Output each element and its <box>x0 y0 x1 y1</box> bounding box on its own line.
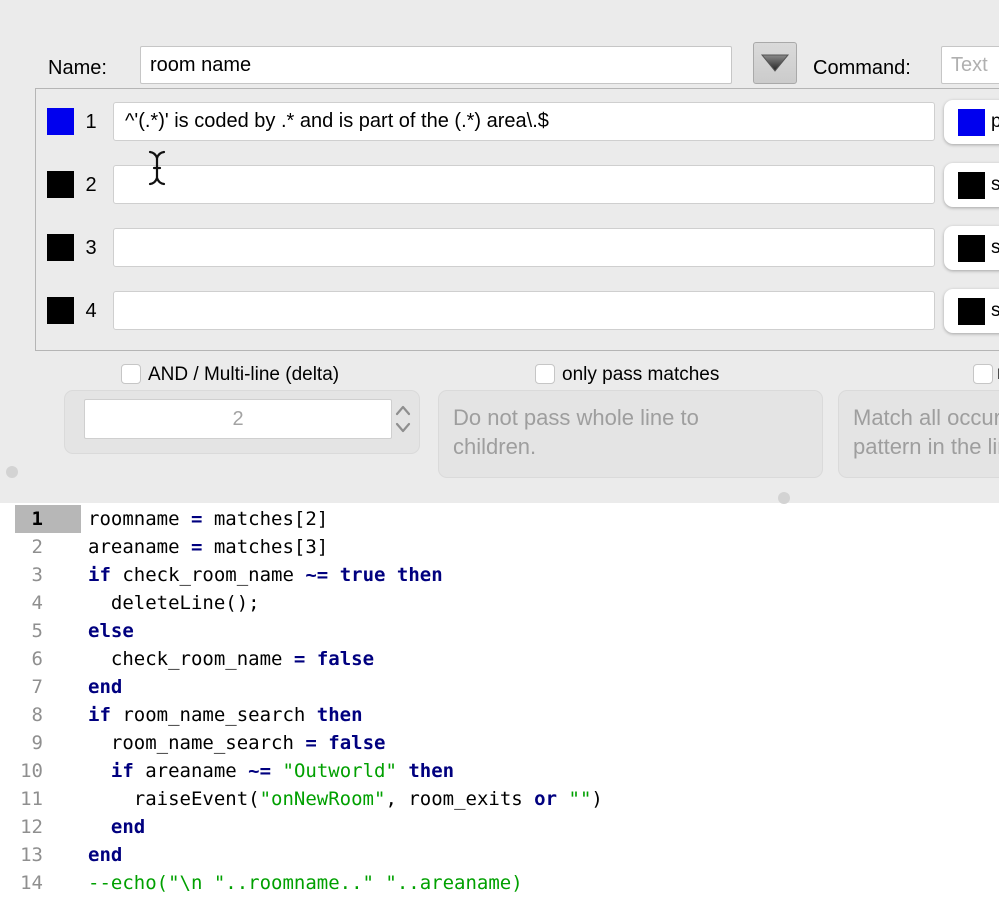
hint-line: children. <box>453 432 808 461</box>
splitter-handle-dot[interactable] <box>6 466 18 478</box>
code-text: if areaname ~= "Outworld" then <box>88 757 454 785</box>
pattern-type-label: substring <box>991 300 999 322</box>
code-text: raiseEvent("onNewRoom", room_exits or ""… <box>88 785 603 813</box>
line-number: 4 <box>0 589 43 617</box>
name-label: Name: <box>48 57 107 80</box>
line-delta-spinner[interactable] <box>84 399 392 439</box>
pattern-number: 1 <box>76 99 106 145</box>
multiline-checkbox[interactable] <box>121 364 141 384</box>
code-line[interactable]: 3 if check_room_name ~= true then <box>0 561 999 589</box>
line-number: 1 <box>15 505 81 533</box>
trigger-editor: Name: Command: 1 perl regex 2 substring <box>0 0 999 900</box>
code-line[interactable]: 4 deleteLine(); <box>0 589 999 617</box>
code-text: room_name_search = false <box>88 729 385 757</box>
pattern-color-swatch[interactable] <box>47 171 74 198</box>
pattern-type-color-swatch <box>958 172 985 199</box>
line-number: 5 <box>0 617 43 645</box>
fold-dropdown-button[interactable] <box>753 42 797 84</box>
code-line[interactable]: 8 if room_name_search then <box>0 701 999 729</box>
code-line[interactable]: 7 end <box>0 673 999 701</box>
pattern-input[interactable] <box>113 165 935 204</box>
code-line[interactable]: 9 room_name_search = false <box>0 729 999 757</box>
code-line[interactable]: 5 else <box>0 617 999 645</box>
pattern-input[interactable] <box>113 291 935 330</box>
line-number: 7 <box>0 673 43 701</box>
match-all-checkbox[interactable] <box>973 364 993 384</box>
code-text: end <box>88 841 122 869</box>
spinner-arrows-icon[interactable] <box>394 401 412 442</box>
code-text: if check_room_name ~= true then <box>88 561 443 589</box>
splitter-handle-dot[interactable] <box>778 492 790 504</box>
pattern-number: 2 <box>76 162 106 208</box>
code-line[interactable]: 13 end <box>0 841 999 869</box>
line-number: 8 <box>0 701 43 729</box>
code-line[interactable]: 11 raiseEvent("onNewRoom", room_exits or… <box>0 785 999 813</box>
pattern-color-swatch[interactable] <box>47 297 74 324</box>
pattern-type-label: substring <box>991 237 999 259</box>
line-number: 12 <box>0 813 43 841</box>
command-label: Command: <box>813 57 911 80</box>
code-text: else <box>88 617 134 645</box>
pattern-type-color-swatch <box>958 298 985 325</box>
pattern-row: 1 perl regex <box>0 99 999 145</box>
code-line[interactable]: 14 --echo("\n "..roomname.." "..areaname… <box>0 869 999 897</box>
code-line[interactable]: 2 areaname = matches[3] <box>0 533 999 561</box>
code-text: roomname = matches[2] <box>88 505 328 533</box>
hint-line: pattern in the line. <box>853 432 999 461</box>
pattern-type-label: perl regex <box>991 111 999 133</box>
pattern-color-swatch[interactable] <box>47 108 74 135</box>
line-number: 13 <box>0 841 43 869</box>
line-number: 6 <box>0 645 43 673</box>
pattern-type-dropdown[interactable]: substring <box>944 289 999 333</box>
only-pass-matches-checkbox[interactable] <box>535 364 555 384</box>
code-line[interactable]: 6 check_room_name = false <box>0 645 999 673</box>
hint-line: Match all occurrences of the <box>853 403 999 432</box>
match-all-hint-box: Match all occurrences of the pattern in … <box>838 390 999 478</box>
triangle-down-icon <box>760 52 790 74</box>
pattern-input[interactable] <box>113 102 935 141</box>
command-input[interactable] <box>941 46 999 84</box>
code-text: areaname = matches[3] <box>88 533 328 561</box>
pattern-type-color-swatch <box>958 109 985 136</box>
pattern-type-label: substring <box>991 174 999 196</box>
script-editor[interactable]: 1 roomname = matches[2] 2 areaname = mat… <box>0 503 999 900</box>
only-pass-matches-label: only pass matches <box>562 364 719 386</box>
pattern-type-dropdown[interactable]: substring <box>944 226 999 270</box>
pattern-type-dropdown[interactable]: substring <box>944 163 999 207</box>
code-text: end <box>88 813 145 841</box>
only-pass-hint-box: Do not pass whole line to children. <box>438 390 823 478</box>
code-text: check_room_name = false <box>88 645 374 673</box>
code-text: --echo("\n "..roomname.." "..areaname) <box>88 869 523 897</box>
line-number: 10 <box>0 757 43 785</box>
name-input[interactable] <box>140 46 732 84</box>
pattern-number: 3 <box>76 225 106 271</box>
code-text: deleteLine(); <box>88 589 260 617</box>
hint-line: Do not pass whole line to <box>453 403 808 432</box>
pattern-type-dropdown[interactable]: perl regex <box>944 100 999 144</box>
line-number: 3 <box>0 561 43 589</box>
pattern-type-color-swatch <box>958 235 985 262</box>
pattern-number: 4 <box>76 288 106 334</box>
pattern-color-swatch[interactable] <box>47 234 74 261</box>
code-text: if room_name_search then <box>88 701 363 729</box>
multiline-label: AND / Multi-line (delta) <box>148 364 339 386</box>
pattern-input[interactable] <box>113 228 935 267</box>
line-number: 14 <box>0 869 43 897</box>
pattern-row: 4 substring <box>0 288 999 334</box>
code-line[interactable]: 12 end <box>0 813 999 841</box>
line-number: 9 <box>0 729 43 757</box>
code-text: end <box>88 673 122 701</box>
pattern-row: 3 substring <box>0 225 999 271</box>
line-number: 2 <box>0 533 43 561</box>
line-number: 11 <box>0 785 43 813</box>
ibeam-cursor-icon <box>147 149 167 192</box>
code-line[interactable]: 1 roomname = matches[2] <box>0 505 999 533</box>
code-line[interactable]: 10 if areaname ~= "Outworld" then <box>0 757 999 785</box>
